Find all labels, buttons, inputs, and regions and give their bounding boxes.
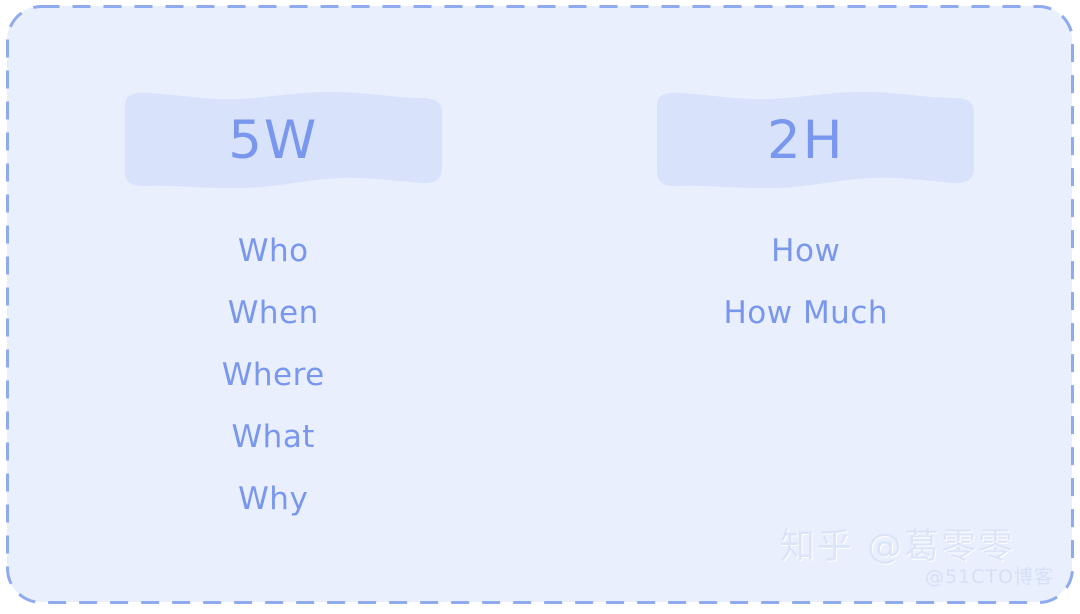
badge-label-5w: 5W <box>228 110 319 171</box>
word-list-2h: How How Much <box>723 236 888 329</box>
list-item: Who <box>237 233 309 269</box>
dashed-content-panel: 5W Who When Where What Why 2H How How Mu… <box>7 6 1072 602</box>
badge-5w: 5W <box>103 89 444 192</box>
word-list-5w: Who When Where What Why <box>222 236 325 515</box>
list-item: Why <box>238 481 309 517</box>
list-item: When <box>227 295 319 331</box>
badge-label-2h: 2H <box>766 110 845 171</box>
badge-2h: 2H <box>635 89 976 192</box>
list-item: How Much <box>723 295 889 331</box>
list-item: How <box>771 233 841 269</box>
list-item: Where <box>221 357 325 393</box>
columns-container: 5W Who When Where What Why 2H How How Mu… <box>7 6 1072 602</box>
list-item: What <box>231 419 315 455</box>
column-2h: 2H How How Much <box>540 6 1073 602</box>
column-5w: 5W Who When Where What Why <box>7 6 540 602</box>
watermark-51cto: @51CTO博客 <box>924 566 1054 588</box>
